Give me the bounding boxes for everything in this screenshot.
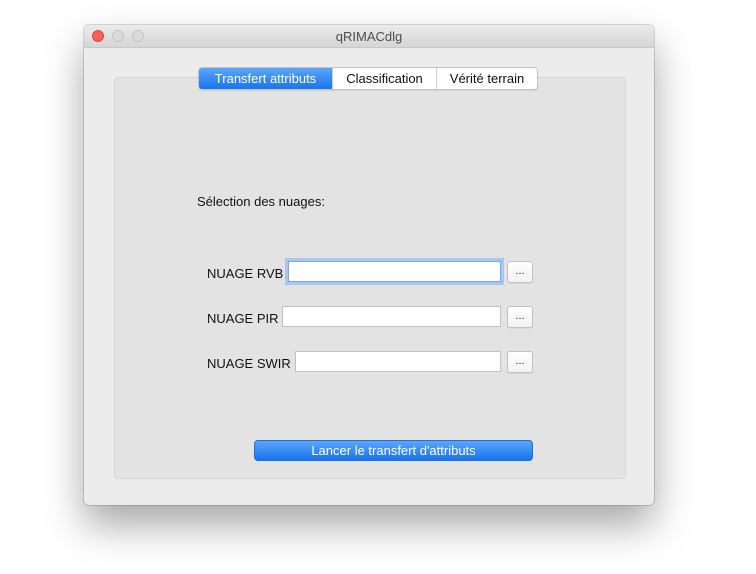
nuage-swir-label: NUAGE SWIR (207, 356, 291, 371)
tab-transfert-attributs[interactable]: Transfert attributs (199, 68, 332, 89)
nuage-rvb-label: NUAGE RVB (207, 266, 284, 281)
nuage-swir-input[interactable] (295, 351, 501, 372)
nuage-pir-label: NUAGE PIR (207, 311, 279, 326)
tab-classification[interactable]: Classification (332, 68, 436, 89)
nuage-swir-browse-button[interactable]: ... (507, 351, 533, 373)
start-transfer-button[interactable]: Lancer le transfert d'attributs (254, 440, 533, 461)
dialog-window: qRIMACdlg Sélection des nuages: NUAGE RV… (84, 25, 654, 505)
nuage-pir-browse-button[interactable]: ... (507, 306, 533, 328)
tab-verite-terrain[interactable]: Vérité terrain (436, 68, 537, 89)
title-bar[interactable]: qRIMACdlg (84, 25, 654, 48)
tab-bar: Transfert attributs Classification Vérit… (198, 67, 538, 90)
window-title: qRIMACdlg (335, 29, 403, 44)
nuage-pir-input[interactable] (282, 306, 501, 327)
section-label: Sélection des nuages: (197, 194, 325, 209)
nuage-rvb-input[interactable] (288, 261, 501, 282)
nuage-rvb-browse-button[interactable]: ... (507, 261, 533, 283)
tab-panel: Sélection des nuages: NUAGE RVB ... NUAG… (114, 77, 626, 479)
